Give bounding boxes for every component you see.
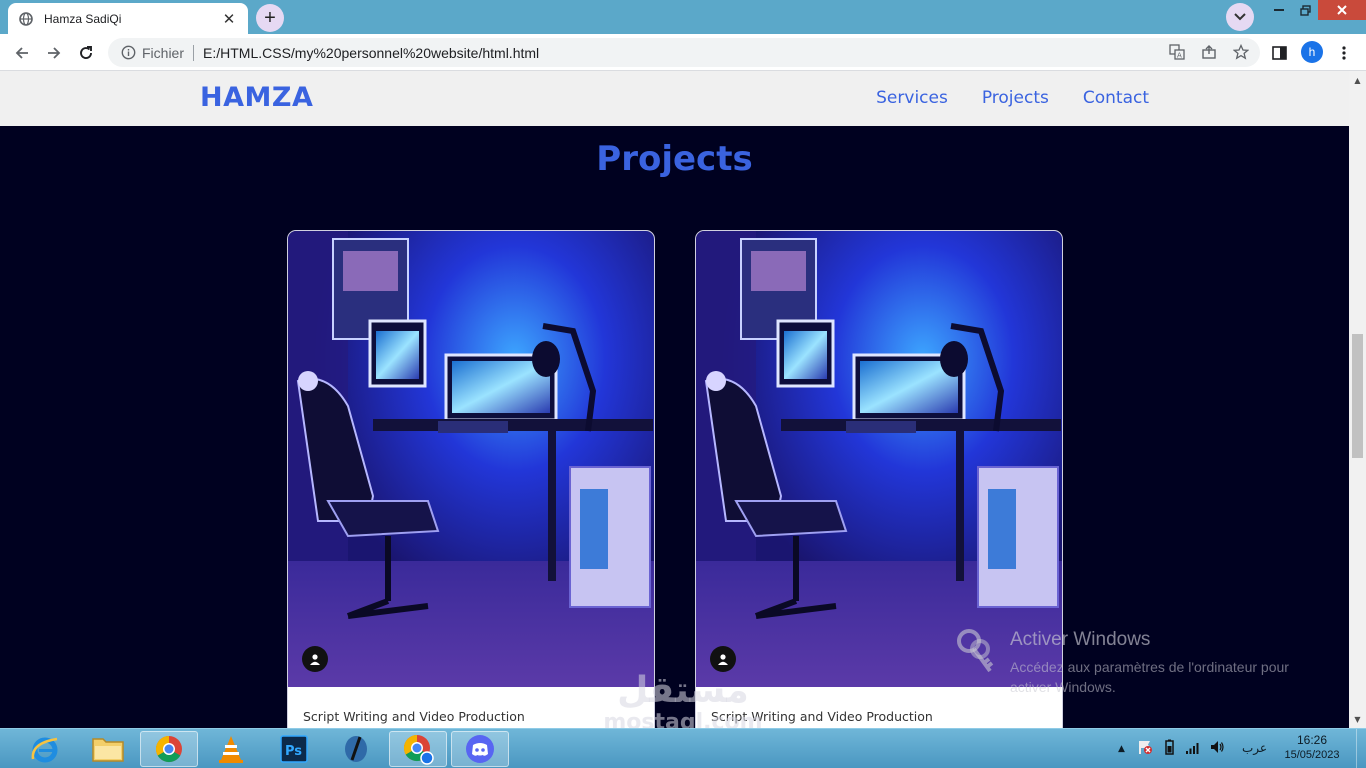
- browser-menu-button[interactable]: [1331, 40, 1357, 66]
- clock-date: 15/05/2023: [1284, 749, 1340, 761]
- project-image: [696, 231, 1062, 687]
- nav-link-projects[interactable]: Projects: [982, 88, 1049, 108]
- svg-text:Ps: Ps: [285, 744, 302, 759]
- browser-tab-strip: Hamza SadiQi ✕ +: [0, 0, 1366, 34]
- browser-tab[interactable]: Hamza SadiQi ✕: [8, 3, 248, 34]
- reload-button[interactable]: [73, 40, 99, 66]
- address-url[interactable]: E:/HTML.CSS/my%20personnel%20website/htm…: [203, 45, 539, 61]
- chevron-down-icon: [1234, 13, 1246, 21]
- scrollbar-thumb[interactable]: [1352, 334, 1363, 458]
- taskbar-vlc[interactable]: [202, 731, 260, 767]
- project-caption: Script Writing and Video Production: [303, 709, 525, 724]
- taskbar-inkscape[interactable]: [327, 731, 385, 767]
- nav-link-contact[interactable]: Contact: [1083, 88, 1149, 108]
- project-card[interactable]: Script Writing and Video Production: [695, 230, 1063, 728]
- window-restore-button[interactable]: [1292, 0, 1318, 20]
- internet-explorer-icon: [31, 737, 58, 763]
- site-logo[interactable]: HAMZA: [200, 82, 313, 113]
- activation-title: Activer Windows: [1010, 629, 1151, 650]
- tab-title: Hamza SadiQi: [44, 11, 122, 26]
- reload-icon: [80, 46, 92, 59]
- project-image: [288, 231, 654, 687]
- new-tab-button[interactable]: +: [256, 4, 284, 32]
- projects-section-title: Projects: [596, 139, 753, 179]
- globe-icon: [18, 11, 34, 27]
- forward-button[interactable]: [41, 40, 67, 66]
- translate-icon[interactable]: A: [1168, 43, 1186, 61]
- arrow-right-icon: [48, 47, 61, 59]
- action-center-flag-icon[interactable]: [1137, 739, 1153, 759]
- page-viewport: HAMZA Services Projects Contact Projects: [0, 71, 1349, 728]
- taskbar-file-explorer[interactable]: [79, 731, 137, 767]
- watermark-arabic-text: مستقل: [617, 670, 749, 711]
- more-vertical-icon: [1342, 46, 1346, 60]
- mostaql-watermark: مستقل mostaql.com: [598, 670, 768, 729]
- tab-close-icon[interactable]: ✕: [220, 10, 238, 28]
- nav-link-services[interactable]: Services: [876, 88, 948, 108]
- folder-icon: [92, 738, 124, 762]
- address-bar[interactable]: Fichier E:/HTML.CSS/my%20personnel%20web…: [108, 38, 1260, 67]
- show-desktop-button[interactable]: [1356, 729, 1366, 768]
- scroll-down-arrow-icon[interactable]: ▼: [1349, 712, 1366, 726]
- battery-icon[interactable]: [1161, 739, 1177, 759]
- vlc-icon: [219, 736, 243, 763]
- tab-search-button[interactable]: [1226, 3, 1254, 31]
- tray-expand-icon[interactable]: ▲: [1118, 744, 1125, 754]
- discord-icon: [466, 735, 494, 763]
- bookmark-star-icon[interactable]: [1232, 43, 1250, 61]
- back-button[interactable]: [9, 40, 35, 66]
- user-avatar-icon[interactable]: [710, 646, 736, 672]
- system-tray: ▲: [1118, 729, 1225, 768]
- project-card[interactable]: Script Writing and Video Production: [287, 230, 655, 728]
- arrow-left-icon: [15, 47, 28, 59]
- share-icon[interactable]: [1200, 43, 1218, 61]
- close-icon: [1337, 5, 1347, 15]
- site-nav: Services Projects Contact: [876, 88, 1149, 108]
- pen-tool-icon: [345, 736, 367, 762]
- taskbar-internet-explorer[interactable]: [16, 731, 74, 767]
- user-avatar-icon[interactable]: [302, 646, 328, 672]
- volume-icon[interactable]: [1209, 739, 1225, 759]
- side-panel-icon: [1271, 46, 1287, 60]
- input-language[interactable]: عرب: [1242, 741, 1267, 755]
- chrome-profile-icon: [403, 734, 434, 765]
- system-clock[interactable]: 16:26 15/05/2023: [1276, 733, 1348, 763]
- scroll-up-arrow-icon[interactable]: ▲: [1349, 73, 1366, 87]
- page-scrollbar[interactable]: ▲ ▼: [1349, 71, 1366, 728]
- address-separator: [193, 44, 195, 61]
- window-minimize-button[interactable]: [1266, 0, 1292, 20]
- address-scheme: Fichier: [142, 44, 185, 61]
- taskbar-chrome[interactable]: [140, 731, 198, 767]
- activation-subtitle: Accédez aux paramètres de l'ordinateur p…: [1010, 659, 1289, 695]
- address-actions: A: [1168, 43, 1250, 61]
- info-icon[interactable]: [120, 45, 136, 61]
- browser-toolbar: Fichier E:/HTML.CSS/my%20personnel%20web…: [0, 34, 1366, 71]
- svg-text:A: A: [1177, 52, 1182, 60]
- clock-time: 16:26: [1296, 733, 1328, 747]
- network-signal-icon[interactable]: [1185, 740, 1201, 759]
- profile-avatar[interactable]: h: [1301, 41, 1323, 63]
- key-icon: [957, 629, 994, 673]
- side-panel-button[interactable]: [1266, 40, 1292, 66]
- site-header: HAMZA Services Projects Contact: [0, 71, 1349, 126]
- windows-taskbar: Ps ▲ عرب 16:26 15/05/2023: [0, 728, 1366, 768]
- window-close-button[interactable]: [1318, 0, 1366, 20]
- taskbar-chrome-profile[interactable]: [389, 731, 447, 767]
- taskbar-photoshop[interactable]: Ps: [265, 731, 323, 767]
- chrome-icon: [155, 735, 182, 763]
- taskbar-discord[interactable]: [451, 731, 509, 767]
- photoshop-icon: Ps: [280, 735, 308, 763]
- watermark-domain-text: mostaql.com: [603, 710, 763, 729]
